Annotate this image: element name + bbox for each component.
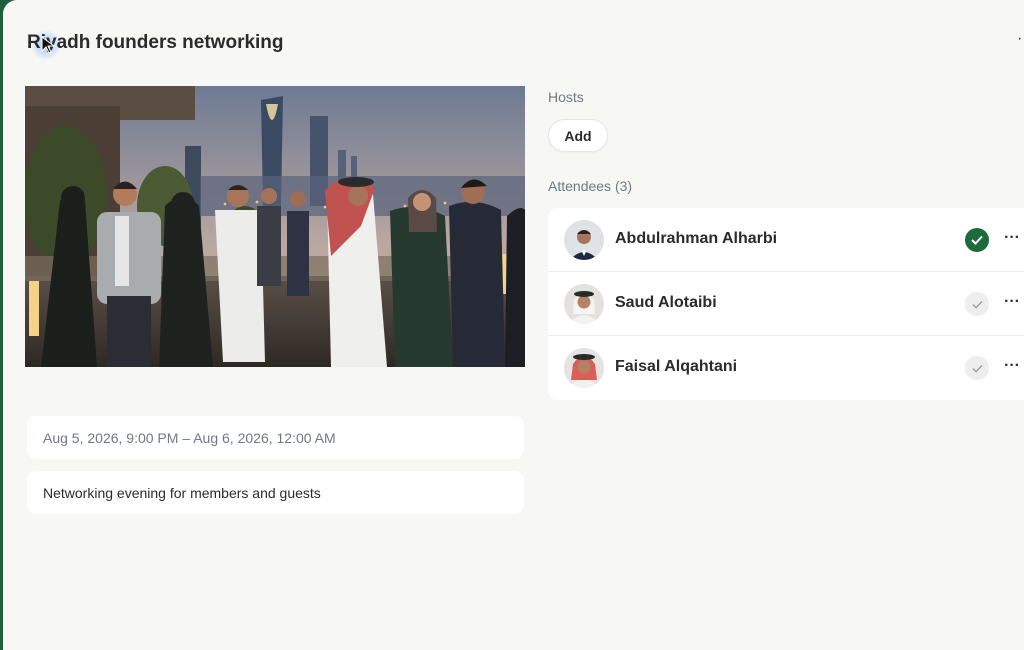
more-icon[interactable]: ··· <box>1004 356 1020 376</box>
more-icon[interactable]: ··· <box>1004 228 1020 248</box>
avatar <box>564 348 604 388</box>
event-detail-panel: Riyadh founders networking ··· <box>3 0 1024 650</box>
add-host-button[interactable]: Add <box>548 119 608 152</box>
event-date-range[interactable]: Aug 5, 2026, 9:00 PM – Aug 6, 2026, 12:0… <box>27 416 524 459</box>
attendee-row[interactable]: Saud Alotaibi ··· <box>548 272 1024 336</box>
page-title: Riyadh founders networking <box>27 32 284 53</box>
event-photo <box>25 86 525 367</box>
avatar <box>564 220 604 260</box>
check-icon[interactable] <box>965 356 989 380</box>
more-icon[interactable]: ··· <box>1004 292 1020 312</box>
event-description[interactable]: Networking evening for members and guest… <box>27 471 524 514</box>
attendee-row[interactable]: Faisal Alqahtani ··· <box>548 336 1024 400</box>
hosts-label: Hosts <box>548 89 584 105</box>
avatar <box>564 284 604 324</box>
attendee-name: Abdulrahman Alharbi <box>615 230 778 247</box>
check-icon[interactable] <box>965 292 989 316</box>
attendee-list: Abdulrahman Alharbi ··· Saud Alotaibi ··… <box>548 208 1024 400</box>
attendees-label: Attendees (3) <box>548 178 633 194</box>
cursor-icon <box>41 36 56 54</box>
check-icon[interactable] <box>965 228 989 252</box>
more-icon[interactable]: ··· <box>1017 30 1024 48</box>
attendee-name: Saud Alotaibi <box>615 294 717 311</box>
attendee-row[interactable]: Abdulrahman Alharbi ··· <box>548 208 1024 272</box>
attendee-name: Faisal Alqahtani <box>615 358 738 375</box>
